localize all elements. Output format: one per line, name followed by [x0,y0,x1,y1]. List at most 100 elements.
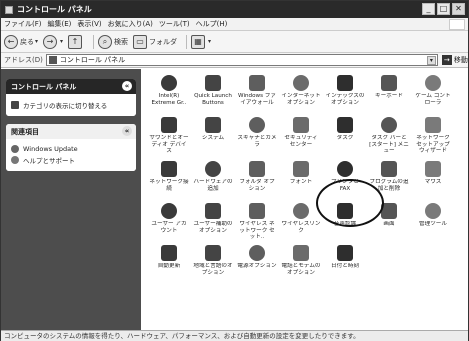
speech-icon [337,203,353,219]
control-panel-item[interactable]: ゲーム コントローラ [413,75,453,113]
scheduled-tasks-icon [337,117,353,133]
control-panel-item[interactable]: サウンドとオーディオ デバイス [149,117,189,155]
side-panel: コントロール パネル « カテゴリの表示に切り替える 関連項目 « Window… [1,69,141,330]
related-box-header[interactable]: 関連項目 « [6,124,136,139]
forward-button[interactable]: → ▾ [43,34,63,49]
control-panel-item[interactable]: プログラムの追加と削除 [369,161,409,199]
control-panel-item[interactable]: 日付と時刻 [325,245,365,283]
window-title: コントロール パネル [17,5,92,14]
control-panel-item[interactable]: ユーザー アカウント [149,203,189,241]
task-box-body: カテゴリの表示に切り替える [6,94,136,116]
system-icon [205,117,221,133]
control-panel-item[interactable]: インターネット オプション [281,75,321,113]
regional-icon [205,245,221,261]
address-field[interactable]: コントロール パネル ▾ [45,54,438,66]
help-support-link[interactable]: ヘルプとサポート [11,155,131,165]
help-support-label: ヘルプとサポート [23,157,75,165]
item-label: フォルダ オプション [239,179,275,192]
control-panel-item[interactable]: フォルダ オプション [237,161,277,199]
control-panel-item[interactable]: 電源オプション [237,245,277,283]
add-remove-programs-icon [381,161,397,177]
control-panel-item[interactable]: マウス [413,161,453,199]
sound-icon [161,117,177,133]
control-panel-item[interactable]: ネットワーク接続 [149,161,189,199]
item-label: 電話とモデムのオプション [281,263,321,276]
back-dropdown-icon[interactable]: ▾ [35,38,38,45]
control-panel-item[interactable]: ハードウェアの追加 [193,161,233,199]
minimize-icon[interactable]: _ [422,3,435,15]
address-bar: アドレス(D) コントロール パネル ▾ → 移動 [1,53,468,68]
menu-view[interactable]: 表示(V) [77,19,101,29]
security-center-icon [293,117,309,133]
status-bar: コンピュータのシステムの情報を得たり、ハードウェア、パフォーマンス、および自動更… [1,330,468,341]
control-panel-item[interactable]: ワイヤレスリンク [281,203,321,241]
maximize-icon[interactable]: □ [437,3,450,15]
item-label: プログラムの追加と削除 [369,179,409,192]
control-panel-item[interactable]: フォント [281,161,321,199]
back-arrow-icon: ← [4,34,18,49]
item-label: インターネット オプション [281,93,321,106]
control-panel-item[interactable]: Windows ファイアウォール [237,75,277,113]
control-panel-item[interactable]: セキュリティ センター [281,117,321,155]
control-panel-item[interactable]: 管理ツール [413,203,453,241]
menu-bar: ファイル(F) 編集(E) 表示(V) お気に入り(A) ツール(T) ヘルプ(… [1,18,468,31]
control-panel-item[interactable]: インデックスのオプション [325,75,365,113]
control-panel-item[interactable]: Quick Launch Buttons [193,75,233,113]
control-panel-item[interactable]: ワイヤレス ネットワーク セット.. [237,203,277,241]
fonts-icon [293,161,309,177]
control-panel-item[interactable]: 音声認識 [325,203,365,241]
control-panel-item[interactable]: ユーザー補助のオプション [193,203,233,241]
address-label: アドレス(D) [4,56,43,64]
control-panel-item[interactable]: 画面 [369,203,409,241]
control-panel-item[interactable]: キーボード [369,75,409,113]
menu-file[interactable]: ファイル(F) [4,19,42,29]
views-dropdown-icon[interactable]: ▾ [208,38,211,45]
close-icon[interactable]: ✕ [452,3,465,15]
menu-edit[interactable]: 編集(E) [48,19,72,29]
printers-icon [337,161,353,177]
control-panel-item[interactable]: システム [193,117,233,155]
switch-category-view-link[interactable]: カテゴリの表示に切り替える [11,100,131,110]
item-label: Intel(R) Extreme Gr.. [151,93,187,106]
back-button[interactable]: ← 戻る ▾ [4,34,38,49]
forward-dropdown-icon[interactable]: ▾ [60,38,63,45]
control-panel-item[interactable]: 電話とモデムのオプション [281,245,321,283]
wireless-link-icon [293,203,309,219]
menu-help[interactable]: ヘルプ(H) [196,19,228,29]
menu-favorites[interactable]: お気に入り(A) [108,19,153,29]
control-panel-item[interactable]: プリンタと FAX [325,161,365,199]
control-panel-item[interactable]: ネットワーク セットアップ ウィザード [413,117,453,155]
item-label: 地域と言語のオプション [193,263,233,276]
control-panel-item[interactable]: Intel(R) Extreme Gr.. [149,75,189,113]
views-button[interactable]: ▦ ▾ [191,34,211,49]
menu-tools[interactable]: ツール(T) [159,19,190,29]
control-panel-item[interactable]: 自動更新 [149,245,189,283]
control-panel-item[interactable]: タスク バーと [スタート] メニュー [369,117,409,155]
folders-button[interactable]: ▭ フォルダ [133,34,177,49]
address-dropdown-icon[interactable]: ▾ [426,56,436,65]
item-label: マウス [424,179,442,185]
views-icon: ▦ [191,34,206,49]
control-panel-item[interactable]: タスク [325,117,365,155]
collapse-chevron-icon[interactable]: « [122,81,132,91]
toolbar: ← 戻る ▾ → ▾ ↑ ⌕ 検索 ▭ フォルダ ▦ ▾ [1,31,468,53]
game-controller-icon [425,75,441,91]
task-box-header[interactable]: コントロール パネル « [6,79,136,94]
control-panel-item[interactable]: スキャナとカメラ [237,117,277,155]
up-folder-button[interactable]: ↑ [68,34,84,49]
add-hardware-icon [205,161,221,177]
windows-update-link[interactable]: Windows Update [11,145,131,153]
switch-view-label: カテゴリの表示に切り替える [23,102,108,110]
switch-view-icon [11,101,19,109]
keyboard-icon [381,75,397,91]
window-icon [5,5,13,14]
item-label: セキュリティ センター [284,135,318,148]
collapse-chevron-icon[interactable]: « [122,126,132,136]
search-label: 検索 [114,37,129,46]
windows-logo-icon [449,19,465,30]
control-panel-item[interactable]: 地域と言語のオプション [193,245,233,283]
title-bar[interactable]: コントロール パネル _ □ ✕ [1,1,468,18]
search-button[interactable]: ⌕ 検索 [98,34,129,49]
item-label: Windows ファイアウォール [238,93,276,106]
go-button[interactable]: → 移動 [441,55,468,65]
